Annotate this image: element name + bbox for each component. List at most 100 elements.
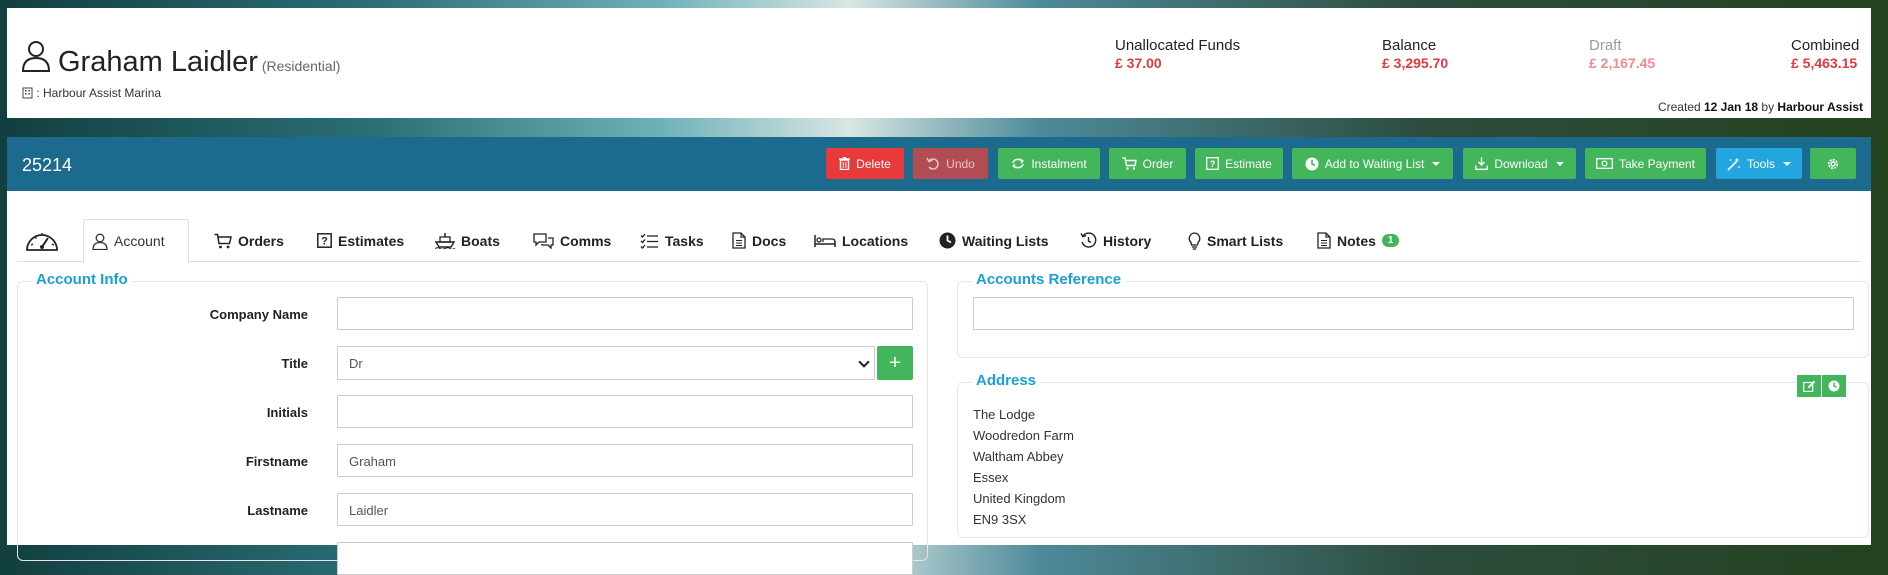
clock-icon <box>1305 157 1319 170</box>
history-icon <box>1080 232 1097 248</box>
address-history-button[interactable] <box>1822 375 1846 397</box>
lastname-field[interactable]: Laidler <box>337 493 913 526</box>
title-select-value: Dr <box>349 356 363 371</box>
tab-dashboard[interactable] <box>17 219 69 262</box>
title-select[interactable]: Dr <box>337 346 875 380</box>
accounts-reference-section: Accounts Reference <box>957 271 1869 358</box>
tab-waiting-lists-label: Waiting Lists <box>962 232 1049 249</box>
take-payment-button[interactable]: Take Payment <box>1585 148 1706 179</box>
clock-icon <box>1828 380 1840 392</box>
checklist-icon <box>640 233 658 249</box>
draft-value: £ 2,167.45 <box>1589 55 1656 71</box>
title-label: Title <box>281 356 309 371</box>
order-label: Order <box>1142 156 1174 171</box>
notes-count-badge: 1 <box>1381 234 1400 247</box>
tab-tasks-label: Tasks <box>665 232 704 249</box>
undo-button[interactable]: Undo <box>913 148 988 179</box>
add-title-button[interactable]: + <box>877 346 913 380</box>
account-info-section: Account Info Company Name Title Dr + Ini… <box>17 271 928 575</box>
tab-locations[interactable]: Locations <box>806 219 916 262</box>
account-number: 25214 <box>22 155 73 175</box>
undo-icon <box>926 157 939 170</box>
clock-icon <box>939 232 956 249</box>
accounts-reference-field[interactable] <box>973 297 1854 330</box>
download-button[interactable]: Download <box>1463 148 1576 179</box>
tab-orders[interactable]: Orders <box>206 219 292 262</box>
tab-docs-label: Docs <box>752 232 787 249</box>
person-icon <box>21 41 51 72</box>
instalment-button[interactable]: Instalment <box>998 148 1100 179</box>
address-line: Woodredon Farm <box>973 428 1074 443</box>
building-icon <box>22 87 33 99</box>
plus-icon: + <box>889 351 901 374</box>
tab-history-label: History <box>1103 232 1152 249</box>
tools-button[interactable]: Tools <box>1716 148 1802 179</box>
account-content: Account Orders ? Estimates Boats Comms T… <box>7 191 1871 575</box>
document-icon <box>1317 232 1331 249</box>
balance: Balance £ 3,295.70 <box>1382 37 1448 71</box>
download-label: Download <box>1494 156 1548 171</box>
tab-waiting-lists[interactable]: Waiting Lists <box>931 219 1057 262</box>
svg-text:?: ? <box>1210 159 1216 169</box>
customer-type: (Residential) <box>261 58 341 74</box>
tab-estimates[interactable]: ? Estimates <box>309 219 412 262</box>
estimate-label: Estimate <box>1225 156 1272 171</box>
tab-estimates-label: Estimates <box>338 232 405 249</box>
created-prefix: Created <box>1657 100 1701 114</box>
unallocated-funds: Unallocated Funds £ 37.00 <box>1115 37 1240 71</box>
firstname-field[interactable]: Graham <box>337 444 913 477</box>
chat-bubbles-icon <box>533 232 554 249</box>
marina-name: : Harbour Assist Marina <box>36 86 162 100</box>
dashboard-gauge-icon <box>26 232 58 251</box>
money-icon <box>1596 158 1613 169</box>
address-line: United Kingdom <box>973 491 1066 506</box>
lastname-label: Lastname <box>247 503 308 518</box>
tab-history[interactable]: History <box>1072 219 1159 262</box>
document-icon <box>732 232 746 249</box>
tab-smart-lists[interactable]: Smart Lists <box>1180 219 1291 262</box>
edit-address-button[interactable] <box>1797 375 1821 397</box>
caret-down-icon <box>1783 161 1791 166</box>
tab-account[interactable]: Account <box>83 219 189 263</box>
tab-docs[interactable]: Docs <box>724 219 794 262</box>
customer-name-text: Graham Laidler <box>58 46 258 78</box>
ship-icon <box>435 233 455 249</box>
repeat-icon <box>1012 158 1025 169</box>
cart-icon <box>1122 157 1137 170</box>
download-icon <box>1475 157 1489 170</box>
initials-label: Initials <box>266 405 308 420</box>
delete-label: Delete <box>856 156 891 171</box>
draft: Draft £ 2,167.45 <box>1589 37 1655 71</box>
combined-label: Combined <box>1791 37 1860 54</box>
tab-notes-label: Notes <box>1337 232 1376 249</box>
combined-value: £ 5,463.15 <box>1791 55 1858 71</box>
tab-comms[interactable]: Comms <box>525 219 619 262</box>
created-info: Created 12 Jan 18 by Harbour Assist <box>1658 100 1863 114</box>
combined: Combined £ 5,463.15 <box>1791 37 1859 71</box>
order-button[interactable]: Order <box>1109 148 1186 179</box>
address-line: Waltham Abbey <box>973 449 1064 464</box>
edit-icon <box>1802 380 1815 392</box>
tab-locations-label: Locations <box>842 232 909 249</box>
tab-notes[interactable]: Notes 1 <box>1309 219 1407 262</box>
address-line: The Lodge <box>973 407 1036 422</box>
next-field[interactable] <box>337 542 913 575</box>
tab-tasks[interactable]: Tasks <box>632 219 712 262</box>
unallocated-funds-value: £ 37.00 <box>1115 55 1162 71</box>
tab-orders-label: Orders <box>238 232 284 249</box>
address-legend: Address <box>972 372 1041 389</box>
trash-icon <box>839 157 851 170</box>
company-name-field[interactable] <box>337 297 913 330</box>
tab-boats[interactable]: Boats <box>427 219 508 262</box>
initials-field[interactable] <box>337 395 913 428</box>
customer-header: Graham Laidler (Residential) : Harbour As… <box>7 8 1871 118</box>
gear-icon <box>1827 158 1839 169</box>
account-tabs: Account Orders ? Estimates Boats Comms T… <box>17 219 1861 263</box>
estimate-button[interactable]: ? Estimate <box>1195 148 1283 179</box>
add-to-waiting-list-button[interactable]: Add to Waiting List <box>1292 148 1453 179</box>
delete-button[interactable]: Delete <box>826 148 904 179</box>
settings-button[interactable] <box>1810 148 1856 179</box>
marina-label: : Harbour Assist Marina <box>22 86 161 100</box>
account-toolbar: 25214 Delete Undo Instalment Order ? Est… <box>7 137 1871 191</box>
tab-comms-label: Comms <box>560 232 612 249</box>
